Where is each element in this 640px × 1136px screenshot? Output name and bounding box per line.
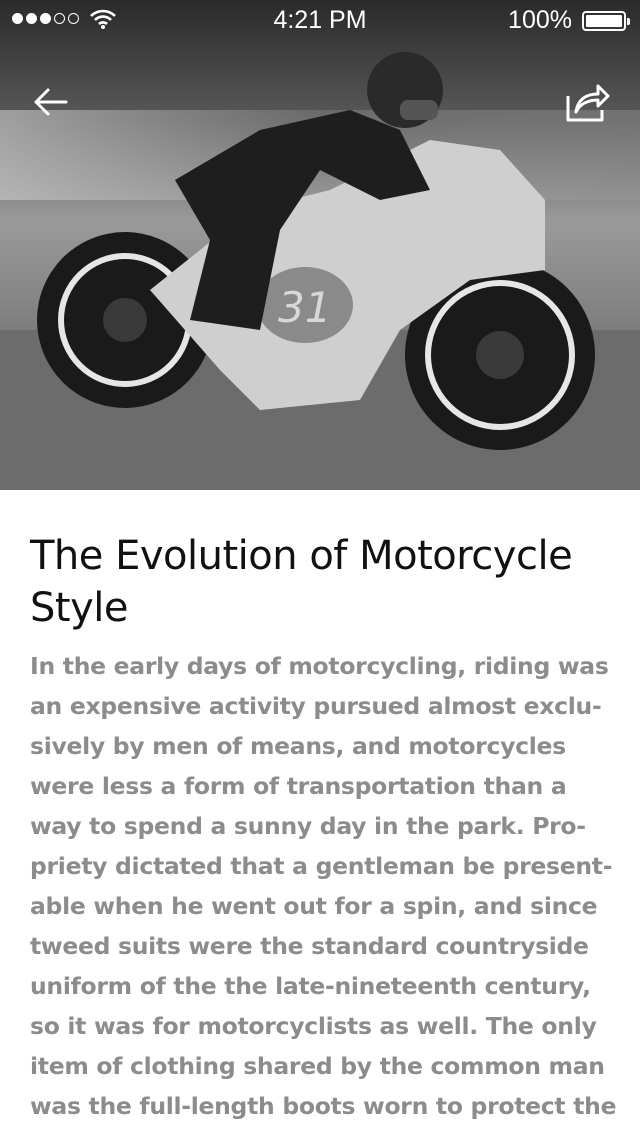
status-bar: 4:21 PM 100% <box>0 0 640 40</box>
article-body: In the early days of motorcycling, ridin… <box>30 652 617 1120</box>
back-button[interactable] <box>28 82 72 122</box>
svg-text:31: 31 <box>278 283 331 332</box>
share-button[interactable] <box>562 80 610 124</box>
motorcycle-photo: 31 <box>0 0 640 490</box>
battery-percent: 100% <box>508 6 572 34</box>
hero-image: 31 4:21 PM 100% <box>0 0 640 490</box>
share-icon <box>566 84 610 122</box>
back-arrow-icon <box>34 88 68 116</box>
article: The Evolution of Motorcycle Style In the… <box>30 530 620 1126</box>
article-title: The Evolution of Motorcycle Style <box>30 533 573 631</box>
battery-icon <box>582 11 630 31</box>
